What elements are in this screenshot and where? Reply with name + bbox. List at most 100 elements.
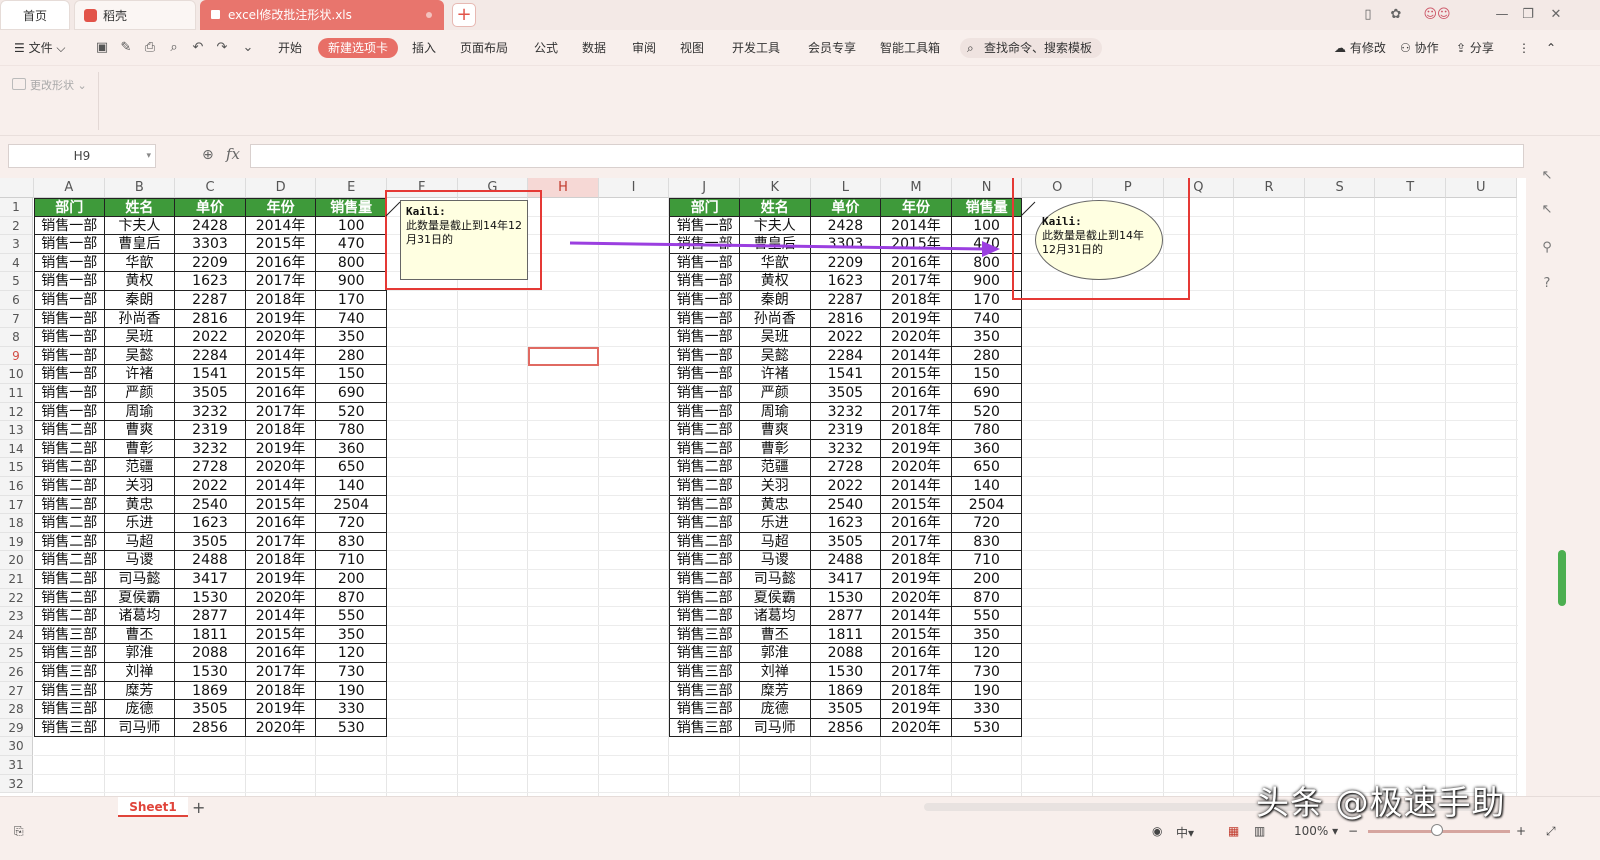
left-table-cell[interactable]: 2015年: [245, 365, 317, 384]
right-table-cell[interactable]: 1623: [810, 272, 882, 291]
left-table-cell[interactable]: 乐进: [104, 514, 176, 533]
right-table-cell[interactable]: 780: [951, 421, 1023, 440]
right-table-cell[interactable]: 2015年: [881, 495, 952, 515]
right-table-cell[interactable]: 740: [951, 309, 1023, 329]
row-header-32[interactable]: 32: [0, 774, 33, 794]
right-table-cell[interactable]: 550: [951, 607, 1023, 626]
column-header-k[interactable]: K: [740, 178, 811, 198]
right-table-cell[interactable]: 吴班: [740, 328, 811, 347]
right-table-cell[interactable]: 司马懿: [740, 570, 811, 589]
left-table-cell[interactable]: 2016年: [245, 644, 317, 663]
column-header-e[interactable]: E: [316, 178, 387, 198]
left-table-cell[interactable]: 销售一部: [34, 216, 105, 236]
menu-view[interactable]: 视图: [680, 38, 704, 58]
right-table-cell[interactable]: 350: [951, 328, 1023, 347]
right-table-cell[interactable]: 150: [951, 365, 1023, 384]
left-table-cell[interactable]: 740: [316, 309, 387, 329]
menu-developer[interactable]: 开发工具: [732, 38, 780, 58]
left-table-cell[interactable]: 销售一部: [34, 365, 105, 384]
left-table-cell[interactable]: 1530: [175, 663, 246, 682]
save-icon[interactable]: ▣: [94, 40, 110, 56]
fullscreen-icon[interactable]: ⤢: [1546, 824, 1556, 839]
right-table-cell[interactable]: 司马师: [740, 718, 811, 738]
row-header-26[interactable]: 26: [0, 663, 33, 682]
left-table-cell[interactable]: 550: [316, 607, 387, 626]
left-table-cell[interactable]: 曹丕: [104, 625, 176, 645]
right-table-cell[interactable]: 2014年: [881, 477, 952, 496]
right-table-cell[interactable]: 530: [951, 718, 1023, 738]
left-table-cell[interactable]: 销售一部: [34, 402, 105, 422]
left-table-cell[interactable]: 2209: [175, 253, 246, 273]
zoom-icon[interactable]: ⊕: [202, 147, 214, 163]
left-table-cell[interactable]: 卞夫人: [104, 216, 176, 236]
left-table-cell[interactable]: 曹爽: [104, 421, 176, 440]
right-table-cell[interactable]: 销售一部: [669, 253, 740, 273]
right-table-cell[interactable]: 2014年: [881, 607, 952, 626]
right-table-cell[interactable]: 2014年: [881, 216, 952, 236]
left-table-cell[interactable]: 销售二部: [34, 458, 105, 477]
right-table-cell[interactable]: 曹爽: [740, 421, 811, 440]
right-table-cell[interactable]: 马超: [740, 532, 811, 552]
left-table-cell[interactable]: 销售二部: [34, 421, 105, 440]
right-table-cell[interactable]: 2018年: [881, 681, 952, 701]
right-table-cell[interactable]: 200: [951, 570, 1023, 589]
modified-button[interactable]: ☁ 有修改: [1334, 38, 1386, 58]
normal-view-icon[interactable]: ▦: [1228, 824, 1239, 838]
right-table-cell[interactable]: 690: [951, 384, 1023, 403]
right-table-cell[interactable]: 销售三部: [669, 625, 740, 645]
right-table-cell[interactable]: 许褚: [740, 365, 811, 384]
left-table-header-0[interactable]: 部门: [34, 198, 105, 217]
vertical-scrollbar[interactable]: [1558, 550, 1566, 606]
menu-start[interactable]: 开始: [278, 38, 302, 58]
row-header-30[interactable]: 30: [0, 737, 33, 756]
print-preview-icon[interactable]: ⌕: [166, 40, 182, 56]
add-sheet-button[interactable]: +: [192, 798, 205, 817]
left-table-cell[interactable]: 1541: [175, 365, 246, 384]
right-table-cell[interactable]: 销售一部: [669, 328, 740, 347]
column-header-j[interactable]: J: [669, 178, 740, 198]
right-table-cell[interactable]: 2488: [810, 551, 882, 570]
right-table-cell[interactable]: 2877: [810, 607, 882, 626]
left-table-cell[interactable]: 销售三部: [34, 625, 105, 645]
right-table-cell[interactable]: 销售二部: [669, 495, 740, 515]
column-header-m[interactable]: M: [881, 178, 952, 198]
right-table-cell[interactable]: 2016年: [881, 644, 952, 663]
select-icon[interactable]: ↖: [1538, 202, 1556, 220]
right-table-cell[interactable]: 360: [951, 439, 1023, 459]
right-table-cell[interactable]: 销售三部: [669, 681, 740, 701]
left-table-cell[interactable]: 销售二部: [34, 495, 105, 515]
left-table-cell[interactable]: 900: [316, 272, 387, 291]
left-table-cell[interactable]: 吴班: [104, 328, 176, 347]
left-table-cell[interactable]: 140: [316, 477, 387, 496]
right-table-cell[interactable]: 销售二部: [669, 570, 740, 589]
left-table-cell[interactable]: 2022: [175, 477, 246, 496]
fx-icon[interactable]: fx: [226, 145, 240, 163]
right-table-header-3[interactable]: 年份: [881, 198, 952, 217]
right-table-cell[interactable]: 350: [951, 625, 1023, 645]
right-table-cell[interactable]: 2016年: [881, 514, 952, 533]
file-menu[interactable]: ☰ 文件 ⌵: [14, 38, 66, 58]
left-table-cell[interactable]: 1623: [175, 514, 246, 533]
menu-formula[interactable]: 公式: [534, 38, 558, 58]
left-table-cell[interactable]: 关羽: [104, 477, 176, 496]
right-table-cell[interactable]: 夏侯霸: [740, 588, 811, 608]
right-table-cell[interactable]: 2018年: [881, 421, 952, 440]
left-table-cell[interactable]: 780: [316, 421, 387, 440]
left-table-cell[interactable]: 2319: [175, 421, 246, 440]
left-table-cell[interactable]: 夏侯霸: [104, 588, 176, 608]
column-header-l[interactable]: L: [810, 178, 882, 198]
right-table-cell[interactable]: 1811: [810, 625, 882, 645]
page-view-icon[interactable]: ▥: [1254, 824, 1265, 838]
macro-record-icon[interactable]: ⎘: [14, 824, 24, 839]
left-table-cell[interactable]: 3505: [175, 532, 246, 552]
left-table-cell[interactable]: 470: [316, 235, 387, 254]
right-table-cell[interactable]: 2540: [810, 495, 882, 515]
column-header-r[interactable]: R: [1234, 178, 1305, 198]
tab-home[interactable]: 首页: [0, 0, 70, 30]
left-table-cell[interactable]: 销售三部: [34, 718, 105, 738]
right-table-cell[interactable]: 2209: [810, 253, 882, 273]
select-all-corner[interactable]: [0, 178, 34, 198]
right-table-cell[interactable]: 郭淮: [740, 644, 811, 663]
right-table-cell[interactable]: 销售一部: [669, 235, 740, 254]
left-table-cell[interactable]: 280: [316, 346, 387, 366]
